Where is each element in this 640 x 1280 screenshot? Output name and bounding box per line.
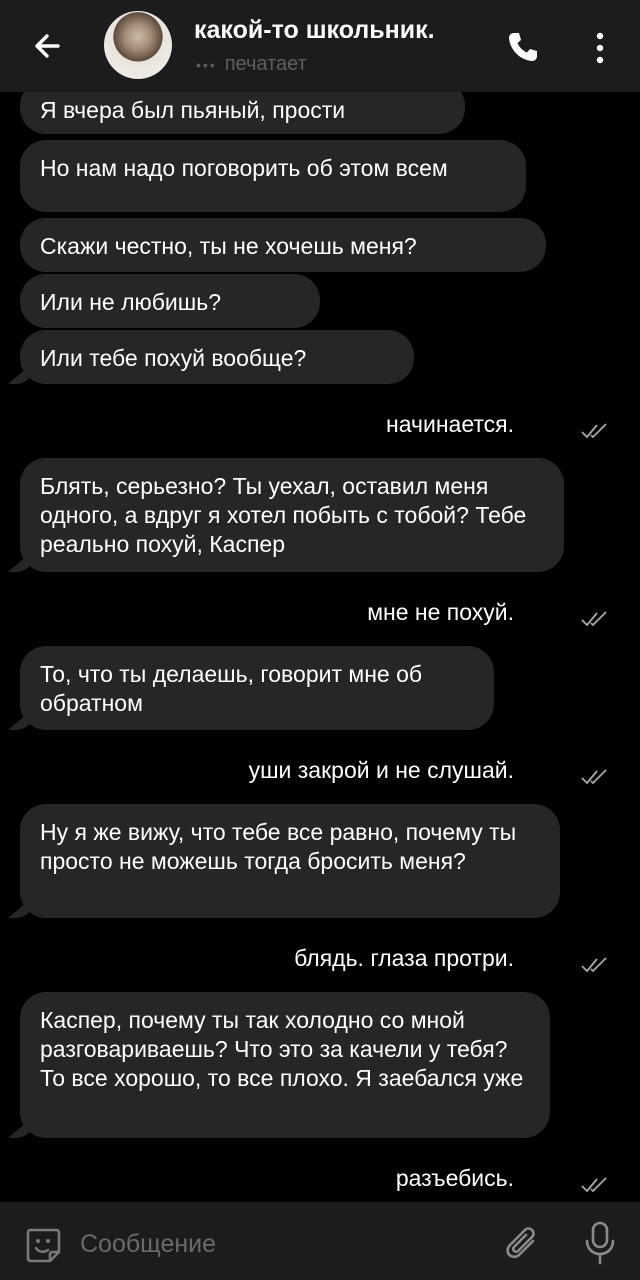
double-check-icon [581, 611, 607, 627]
message-in-bubble[interactable]: Или не любишь? [20, 274, 320, 328]
double-check-icon [581, 1177, 607, 1193]
more-vertical-icon[interactable] [588, 30, 612, 66]
message-composer [0, 1202, 640, 1280]
emoji-icon[interactable] [24, 1226, 62, 1264]
typing-status: ••• печатает [196, 53, 307, 76]
message-in-bubble[interactable]: То, что ты делаешь, говорит мне об обрат… [20, 646, 494, 730]
typing-status-label: печатает [224, 53, 307, 75]
message-out[interactable]: мне не похуй. [367, 598, 514, 627]
message-in-bubble[interactable]: Или тебе похуй вообще? [20, 330, 414, 384]
double-check-icon [581, 423, 607, 439]
message-out[interactable]: уши закрой и не слушай. [249, 756, 514, 785]
typing-dots: ••• [196, 56, 217, 73]
avatar[interactable] [104, 11, 172, 79]
arrow-left-icon[interactable] [28, 26, 68, 66]
double-check-icon [581, 957, 607, 973]
message-out[interactable]: блядь. глаза протри. [294, 944, 514, 973]
contact-name[interactable]: какой-то школьник. [194, 16, 435, 45]
message-out[interactable]: начинается. [386, 410, 514, 439]
double-check-icon [581, 769, 607, 785]
message-in-bubble[interactable]: Ну я же вижу, что тебе все равно, почему… [20, 804, 560, 918]
message-in-bubble[interactable]: Блять, серьезно? Ты уехал, оставил меня … [20, 458, 564, 572]
microphone-icon[interactable] [582, 1220, 618, 1266]
message-in-bubble[interactable]: Скажи честно, ты не хочешь меня? [20, 218, 546, 272]
phone-icon[interactable] [506, 30, 540, 64]
message-input[interactable] [78, 1223, 462, 1265]
message-out[interactable]: разъебись. [396, 1164, 514, 1193]
message-list: Я вчера был пьяный, прости Но нам надо п… [0, 80, 640, 1202]
message-in-bubble[interactable]: Каспер, почему ты так холодно со мной ра… [20, 992, 550, 1138]
paperclip-icon[interactable] [502, 1224, 542, 1264]
chat-header: какой-то школьник. ••• печатает [0, 0, 640, 92]
message-in-bubble[interactable]: Но нам надо поговорить об этом всем [20, 140, 526, 212]
